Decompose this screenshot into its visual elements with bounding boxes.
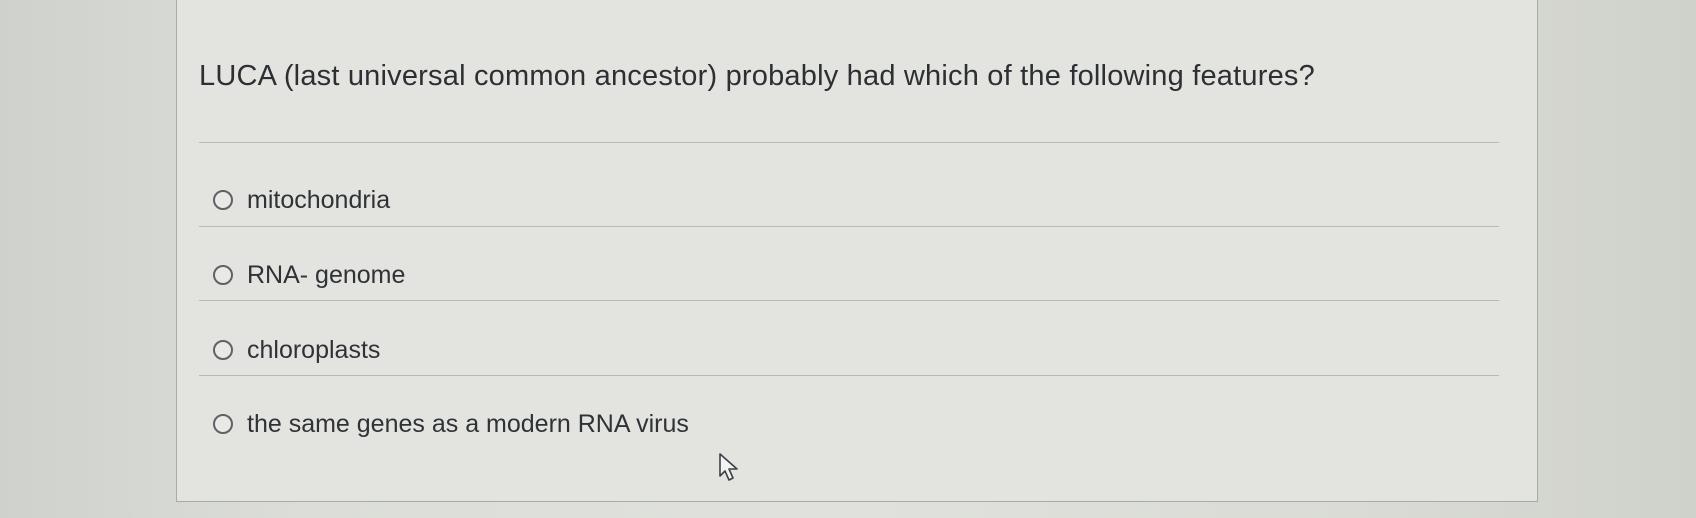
divider xyxy=(199,142,1499,143)
question-text: LUCA (last universal common ancestor) pr… xyxy=(199,60,1315,92)
divider xyxy=(199,226,1499,227)
divider xyxy=(199,300,1499,301)
answer-option-same-genes-rna-virus[interactable]: the same genes as a modern RNA virus xyxy=(213,404,689,444)
answer-option-rna-genome[interactable]: RNA- genome xyxy=(213,255,405,295)
answer-option-mitochondria[interactable]: mitochondria xyxy=(213,180,390,220)
radio-button-icon[interactable] xyxy=(213,340,233,360)
screen: LUCA (last universal common ancestor) pr… xyxy=(0,0,1696,518)
radio-button-icon[interactable] xyxy=(213,190,233,210)
divider xyxy=(199,375,1499,376)
option-label: RNA- genome xyxy=(247,260,406,289)
radio-button-icon[interactable] xyxy=(213,265,233,285)
answer-option-chloroplasts[interactable]: chloroplasts xyxy=(213,330,380,370)
option-label: chloroplasts xyxy=(247,335,381,364)
option-label: the same genes as a modern RNA virus xyxy=(247,409,689,438)
radio-button-icon[interactable] xyxy=(213,414,233,434)
mouse-pointer-icon xyxy=(719,453,738,481)
option-label: mitochondria xyxy=(247,185,391,214)
question-card: LUCA (last universal common ancestor) pr… xyxy=(176,0,1538,502)
